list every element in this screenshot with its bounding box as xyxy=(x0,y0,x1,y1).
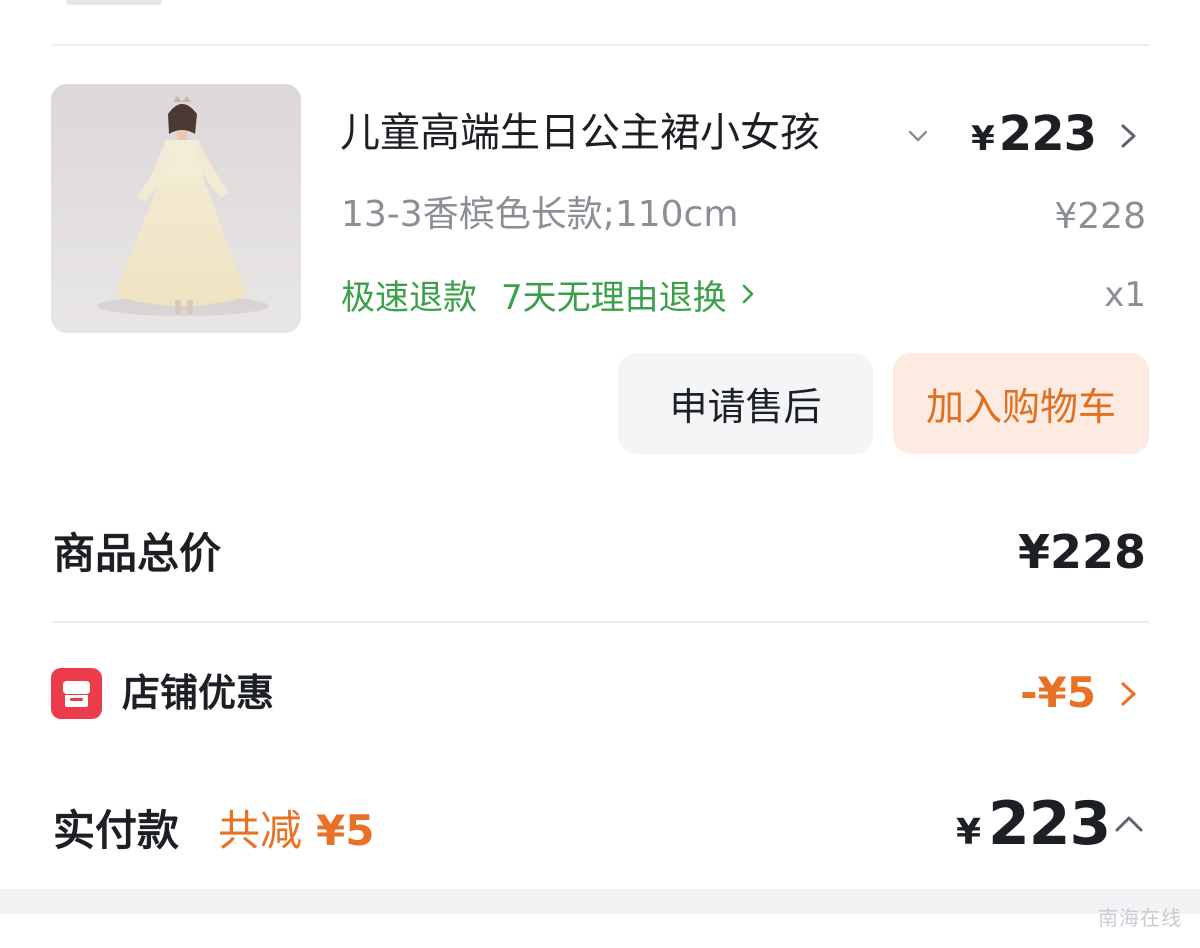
quantity: x1 xyxy=(1104,275,1146,315)
fast-refund-tag: 极速退款 xyxy=(341,277,477,318)
total-saved-value: ¥5 xyxy=(316,806,375,855)
product-spec: 13-3香槟色长款;110cm xyxy=(341,194,739,235)
seven-day-return-label: 7天无理由退换 xyxy=(501,277,727,318)
service-tags: 极速退款 7天无理由退换 xyxy=(341,270,759,319)
total-price-value: ¥228 xyxy=(1017,525,1146,579)
title-fade xyxy=(820,108,882,158)
actual-payment-currency: ¥ xyxy=(956,812,982,853)
original-price: ¥228 xyxy=(1054,196,1146,237)
seven-day-return-link[interactable]: 7天无理由退换 xyxy=(501,270,759,319)
product-price: ¥ 223 xyxy=(971,106,1097,166)
add-to-cart-button[interactable]: 加入购物车 xyxy=(893,353,1149,454)
product-title[interactable]: 儿童高端生日公主裙小女孩 xyxy=(340,108,880,158)
summary-divider xyxy=(52,621,1149,623)
shop-icon xyxy=(51,668,102,719)
price-currency: ¥ xyxy=(971,119,995,159)
chevron-right-icon[interactable] xyxy=(1116,678,1142,710)
total-saved-label: 共减 xyxy=(218,806,303,855)
product-image[interactable] xyxy=(51,84,301,333)
chevron-down-icon[interactable] xyxy=(906,124,930,148)
previous-section-edge xyxy=(66,0,162,5)
actual-payment-label: 实付款 xyxy=(53,806,180,855)
actual-payment-value: 223 xyxy=(988,789,1111,859)
total-price-label: 商品总价 xyxy=(53,529,222,578)
bottom-separator xyxy=(0,889,1200,914)
chevron-up-icon[interactable] xyxy=(1112,812,1146,836)
section-divider xyxy=(52,44,1149,46)
chevron-right-icon[interactable] xyxy=(1116,120,1142,152)
shop-discount-value[interactable]: -¥5 xyxy=(1020,666,1096,720)
shop-discount-label: 店铺优惠 xyxy=(122,671,275,715)
price-value: 223 xyxy=(998,106,1097,162)
after-sale-button[interactable]: 申请售后 xyxy=(618,353,873,454)
chevron-right-icon xyxy=(742,284,753,304)
watermark: 南海在线 xyxy=(1098,906,1182,930)
